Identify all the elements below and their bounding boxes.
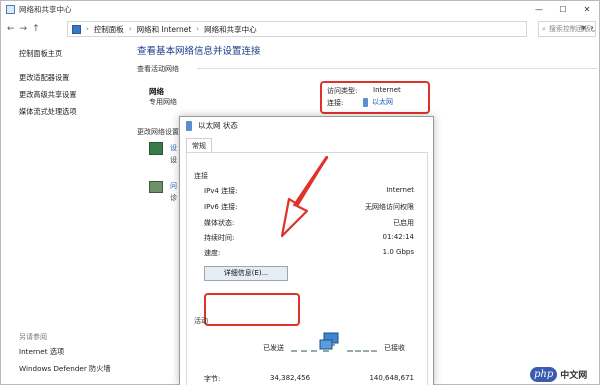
minimize-button[interactable]: — bbox=[527, 1, 551, 18]
ethernet-icon bbox=[363, 97, 368, 107]
sidebar-item-home[interactable]: 控制面板主页 bbox=[19, 49, 129, 59]
bytes-label: 字节: bbox=[204, 375, 221, 383]
row-value: 已启用 bbox=[393, 219, 414, 227]
chevron-right-icon: › bbox=[86, 25, 89, 33]
received-label: 已接收 bbox=[384, 344, 405, 352]
nav-buttons: ← → ↑ bbox=[7, 24, 40, 34]
status-row: IPv4 连接: Internet bbox=[204, 186, 414, 196]
watermark-text: 中文网 bbox=[560, 371, 588, 381]
window-controls: — ☐ ✕ bbox=[527, 1, 599, 18]
see-also-links: Internet 选项 Windows Defender 防火墙 bbox=[19, 347, 111, 381]
search-placeholder: 搜索控制面板 bbox=[548, 25, 591, 33]
row-label: 持续时间: bbox=[204, 234, 235, 242]
sidebar-item-adapter-settings[interactable]: 更改适配器设置 bbox=[19, 73, 129, 83]
setup-connection-link[interactable]: 设 bbox=[170, 143, 177, 153]
sidebar-item-advanced-sharing[interactable]: 更改高级共享设置 bbox=[19, 90, 129, 100]
breadcrumb-item[interactable]: 控制面板 bbox=[94, 24, 124, 35]
row-label: 媒体状态: bbox=[204, 219, 235, 227]
troubleshoot-link[interactable]: 问 bbox=[170, 181, 177, 191]
access-type-label: 访问类型: bbox=[327, 87, 358, 95]
sent-label: 已发送 bbox=[263, 344, 284, 352]
bytes-received: 140,648,671 bbox=[369, 374, 414, 382]
row-label: 速度: bbox=[204, 249, 221, 257]
status-row: IPv6 连接: 无网络访问权限 bbox=[204, 202, 414, 212]
breadcrumb-item[interactable]: 网络和共享中心 bbox=[204, 24, 257, 35]
network-icon bbox=[6, 5, 15, 14]
title-bar: 网络和共享中心 — ☐ ✕ bbox=[1, 1, 599, 18]
address-bar: ← → ↑ › 控制面板 › 网络和 Internet › 网络和共享中心 ▼ … bbox=[1, 18, 599, 40]
setup-connection-desc: 设 bbox=[170, 156, 177, 164]
row-value: 01:42:14 bbox=[382, 233, 414, 241]
page-title: 查看基本网络信息并设置连接 bbox=[137, 46, 261, 57]
divider bbox=[197, 68, 597, 69]
status-row: 媒体状态: 已启用 bbox=[204, 218, 414, 228]
search-input[interactable]: ⌕ 搜索控制面板 bbox=[538, 21, 596, 37]
connection-group-label: 连接 bbox=[194, 172, 208, 180]
computers-icon bbox=[319, 332, 339, 352]
dialog-body: 连接 IPv4 连接: Internet IPv6 连接: 无网络访问权限 媒体状态… bbox=[186, 152, 428, 385]
activity-line-right bbox=[347, 350, 377, 352]
breadcrumb[interactable]: › 控制面板 › 网络和 Internet › 网络和共享中心 ▼ ↻ bbox=[67, 21, 597, 37]
chevron-right-icon: › bbox=[196, 25, 200, 33]
back-arrow-icon[interactable]: ← bbox=[7, 24, 15, 34]
ethernet-link-label: 以太网 bbox=[372, 98, 393, 106]
row-value: Internet bbox=[386, 186, 414, 194]
bytes-row: 字节: 34,382,456 140,648,671 bbox=[204, 374, 414, 384]
ethernet-icon bbox=[186, 120, 192, 131]
ethernet-status-dialog: 以太网 状态 常规 连接 IPv4 连接: Internet IPv6 连接: 无网… bbox=[179, 116, 434, 385]
connections-label: 连接: bbox=[327, 99, 344, 107]
forward-arrow-icon[interactable]: → bbox=[20, 24, 28, 34]
details-button[interactable]: 详细信息(E)... bbox=[204, 266, 288, 281]
change-settings-label: 更改网络设置 bbox=[137, 128, 179, 136]
sidebar-item-internet-options[interactable]: Internet 选项 bbox=[19, 347, 111, 357]
activity-group-label: 活动 bbox=[194, 317, 208, 325]
maximize-button[interactable]: ☐ bbox=[551, 1, 575, 18]
row-value: 无网络访问权限 bbox=[365, 203, 414, 211]
activity-line-left bbox=[291, 350, 317, 352]
search-icon: ⌕ bbox=[542, 24, 546, 33]
control-panel-icon bbox=[72, 24, 81, 34]
bytes-sent: 34,382,456 bbox=[270, 374, 311, 382]
see-also-title: 另请参阅 bbox=[19, 333, 47, 341]
dialog-title-bar: 以太网 状态 bbox=[180, 117, 433, 134]
close-button[interactable]: ✕ bbox=[575, 1, 599, 18]
window-title: 网络和共享中心 bbox=[19, 5, 72, 14]
troubleshoot-icon bbox=[149, 181, 163, 193]
status-row: 速度: 1.0 Gbps bbox=[204, 248, 414, 258]
network-sharing-center-window: 网络和共享中心 — ☐ ✕ ← → ↑ › 控制面板 › 网络和 Interne… bbox=[0, 0, 600, 385]
chevron-right-icon: › bbox=[128, 25, 132, 33]
watermark: php 中文网 bbox=[530, 365, 598, 384]
active-networks-label: 查看活动网络 bbox=[137, 65, 179, 73]
network-type: 专用网络 bbox=[149, 98, 177, 106]
ethernet-link[interactable]: 以太网 bbox=[363, 97, 393, 107]
up-arrow-icon[interactable]: ↑ bbox=[32, 24, 40, 34]
network-name: 网络 bbox=[149, 87, 164, 96]
dialog-title: 以太网 状态 bbox=[198, 121, 238, 130]
sidebar-item-firewall[interactable]: Windows Defender 防火墙 bbox=[19, 364, 111, 374]
highlight-box bbox=[204, 293, 300, 326]
tab-general[interactable]: 常规 bbox=[186, 138, 212, 153]
row-label: IPv4 连接: bbox=[204, 187, 238, 195]
new-connection-icon bbox=[149, 142, 163, 155]
row-label: IPv6 连接: bbox=[204, 203, 238, 211]
breadcrumb-item[interactable]: 网络和 Internet bbox=[137, 24, 192, 35]
sidebar: 控制面板主页 更改适配器设置 更改高级共享设置 媒体流式处理选项 bbox=[19, 49, 129, 124]
status-row: 持续时间: 01:42:14 bbox=[204, 233, 414, 243]
access-type-value: Internet bbox=[373, 86, 401, 94]
troubleshoot-desc: 诊 bbox=[170, 194, 177, 202]
row-value: 1.0 Gbps bbox=[382, 248, 414, 256]
sidebar-item-media-streaming[interactable]: 媒体流式处理选项 bbox=[19, 107, 129, 117]
php-logo: php bbox=[530, 367, 558, 382]
